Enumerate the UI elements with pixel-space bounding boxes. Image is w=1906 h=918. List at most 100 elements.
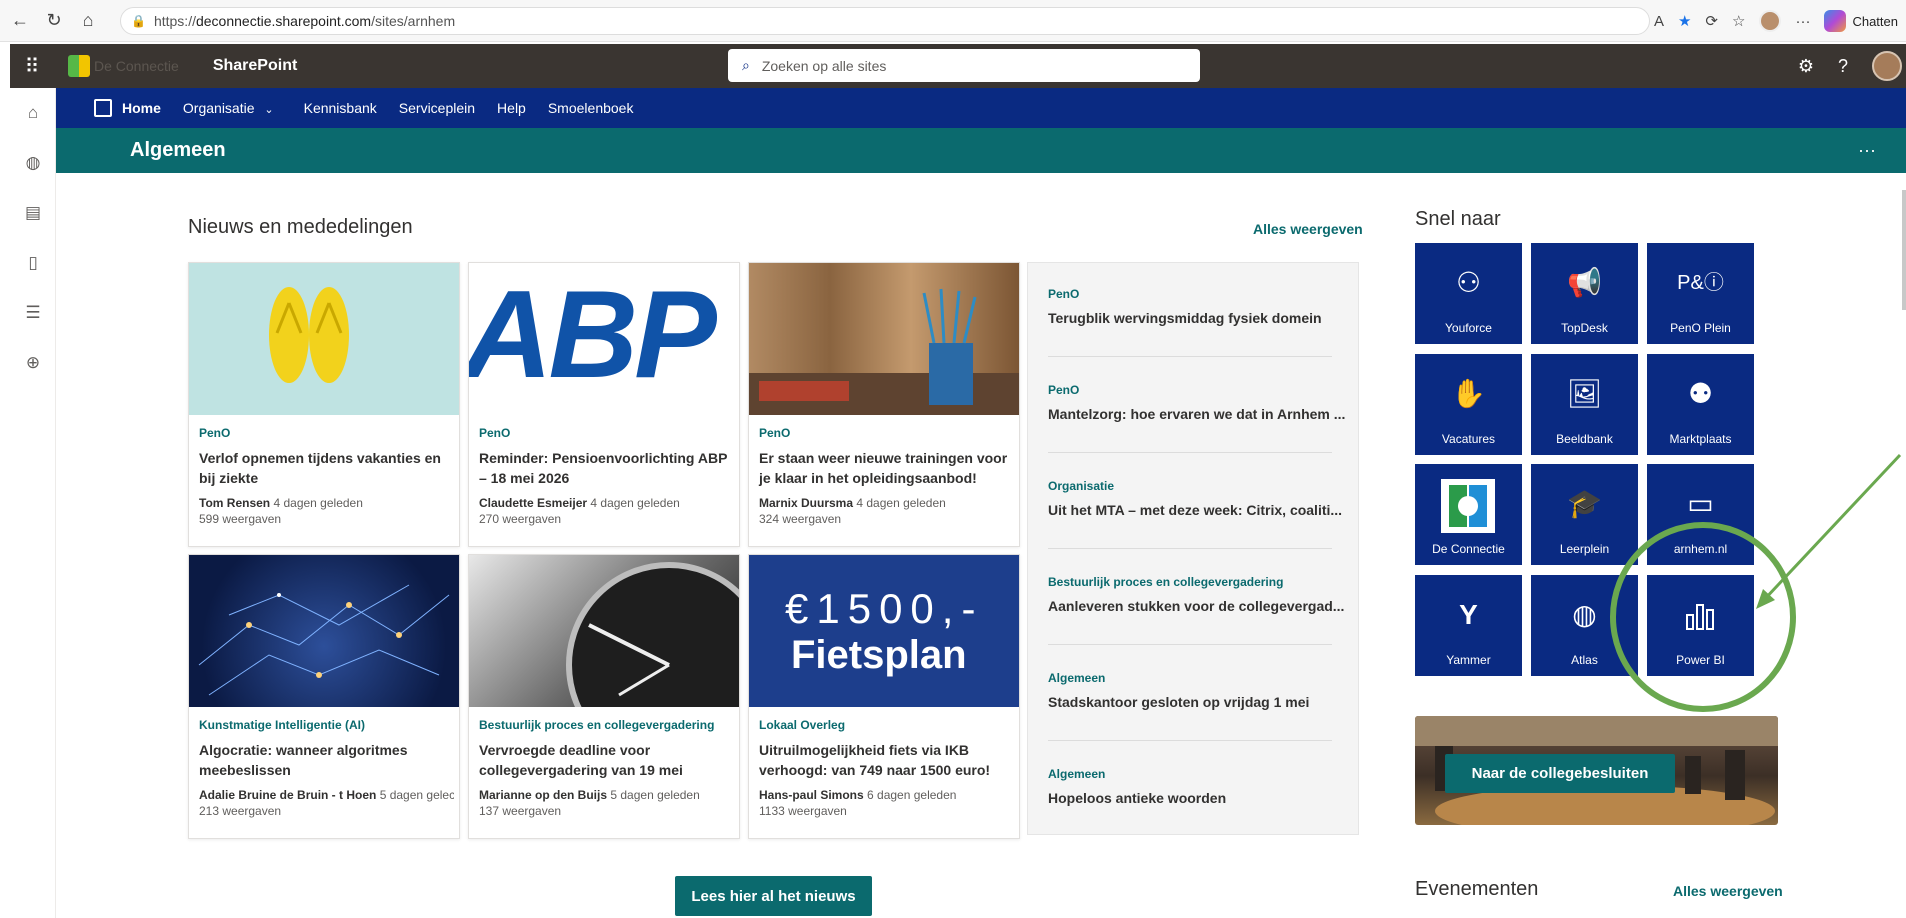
help-icon[interactable]: ? xyxy=(1838,56,1848,77)
news-card[interactable]: PenO Er staan weer nieuwe trainingen voo… xyxy=(748,262,1020,547)
news-list-title[interactable]: Aanleveren stukken voor de collegevergad… xyxy=(1048,598,1346,614)
quicklink-peno-plein[interactable]: P&ⓘ PenO Plein xyxy=(1647,243,1754,344)
nav-smoelenboek[interactable]: Smoelenboek xyxy=(548,100,634,116)
events-heading: Evenementen xyxy=(1415,878,1539,900)
extensions-icon[interactable]: ⟳ xyxy=(1705,12,1718,30)
suite-actions: ⚙ ? xyxy=(1798,44,1906,88)
quicklink-marktplaats[interactable]: ⚉ Marktplaats xyxy=(1647,354,1754,455)
nav-help[interactable]: Help xyxy=(497,100,526,116)
news-title[interactable]: Verlof opnemen tijdens vakanties en bij … xyxy=(199,448,451,488)
hand-wave-icon: ✋ xyxy=(1451,378,1486,409)
more-options-icon[interactable]: ··· xyxy=(1858,140,1876,161)
collegebesluiten-button[interactable]: Naar de collegebesluiten xyxy=(1445,754,1675,793)
news-see-all-link[interactable]: Alles weergeven xyxy=(1253,221,1363,237)
site-title[interactable]: Algemeen xyxy=(130,139,226,162)
news-category[interactable]: PenO xyxy=(199,426,230,440)
news-list-category[interactable]: Algemeen xyxy=(1048,671,1346,685)
news-title[interactable]: Reminder: Pensioenvoorlichting ABP – 18 … xyxy=(479,448,731,488)
document-icon[interactable]: ▯ xyxy=(10,238,56,288)
news-author-line: Tom Rensen 4 dagen geleden xyxy=(199,496,454,510)
news-title[interactable]: Uitruilmogelijkheid fiets via IKB verhoo… xyxy=(759,740,1011,780)
read-all-news-button[interactable]: Lees hier al het nieuws xyxy=(675,876,872,916)
divider xyxy=(1048,452,1332,453)
events-see-all-link[interactable]: Alles weergeven xyxy=(1673,883,1783,899)
news-title[interactable]: Vervroegde deadline voor collegevergader… xyxy=(479,740,731,780)
quicklink-power-bi[interactable]: Power BI xyxy=(1647,575,1754,676)
news-list-item[interactable]: Algemeen Hopeloos antieke woorden xyxy=(1048,767,1346,806)
settings-gear-icon[interactable]: ⚙ xyxy=(1798,56,1814,77)
news-category[interactable]: Kunstmatige Intelligentie (AI) xyxy=(199,718,365,732)
nav-kennisbank[interactable]: Kennisbank xyxy=(304,100,377,116)
browser-profile-avatar[interactable] xyxy=(1759,10,1782,32)
news-list-title[interactable]: Mantelzorg: hoe ervaren we dat in Arnhem… xyxy=(1048,406,1346,422)
news-author: Claudette Esmeijer xyxy=(479,496,588,510)
create-plus-icon[interactable]: ⊕ xyxy=(10,338,56,388)
quicklink-topdesk[interactable]: 📢 TopDesk xyxy=(1531,243,1638,344)
news-list-title[interactable]: Uit het MTA – met deze week: Citrix, coa… xyxy=(1048,502,1346,518)
hub-logo[interactable] xyxy=(94,99,112,117)
news-card[interactable]: €1500,- Fietsplan Lokaal Overleg Uitruil… xyxy=(748,554,1020,839)
news-title[interactable]: Er staan weer nieuwe trainingen voor je … xyxy=(759,448,1011,488)
search-input[interactable]: ⌕ Zoeken op alle sites xyxy=(728,49,1200,82)
news-icon[interactable]: ▤ xyxy=(10,188,56,238)
quicklink-arnhem-nl[interactable]: ▭ arnhem.nl xyxy=(1647,464,1754,565)
nav-home[interactable]: Home xyxy=(122,100,161,116)
nav-organisatie[interactable]: Organisatie ⌄ xyxy=(183,100,274,116)
lists-icon[interactable]: ☰ xyxy=(10,288,56,338)
user-avatar[interactable] xyxy=(1872,51,1902,81)
news-list-category[interactable]: PenO xyxy=(1048,287,1346,301)
abp-logo-text: ABP xyxy=(469,266,717,404)
news-views: 270 weergaven xyxy=(479,512,562,526)
quicklink-de-connectie[interactable]: De Connectie xyxy=(1415,464,1522,565)
news-title[interactable]: Algocratie: wanneer algoritmes meebeslis… xyxy=(199,740,451,780)
news-list-category[interactable]: Organisatie xyxy=(1048,479,1346,493)
news-list-category[interactable]: Bestuurlijk proces en collegevergadering xyxy=(1048,575,1346,589)
news-list-title[interactable]: Stadskantoor gesloten op vrijdag 1 mei xyxy=(1048,694,1346,710)
news-card[interactable]: Kunstmatige Intelligentie (AI) Algocrati… xyxy=(188,554,460,839)
news-list-item[interactable]: Algemeen Stadskantoor gesloten op vrijda… xyxy=(1048,671,1346,710)
news-list-category[interactable]: PenO xyxy=(1048,383,1346,397)
news-category[interactable]: Bestuurlijk proces en collegevergadering xyxy=(479,718,714,732)
quicklink-atlas[interactable]: ◍ Atlas xyxy=(1531,575,1638,676)
quicklink-vacatures[interactable]: ✋ Vacatures xyxy=(1415,354,1522,455)
home-icon[interactable]: ⌂ xyxy=(74,7,102,35)
news-list-item[interactable]: PenO Terugblik wervingsmiddag fysiek dom… xyxy=(1048,287,1346,326)
news-list-item[interactable]: Bestuurlijk proces en collegevergadering… xyxy=(1048,575,1346,614)
read-aloud-icon[interactable]: A xyxy=(1654,13,1664,30)
home-icon[interactable]: ⌂ xyxy=(10,88,56,138)
news-list-title[interactable]: Hopeloos antieke woorden xyxy=(1048,790,1346,806)
quicklink-beeldbank[interactable]: 🖼 Beeldbank xyxy=(1531,354,1638,455)
news-category[interactable]: Lokaal Overleg xyxy=(759,718,845,732)
app-launcher-icon[interactable]: ⠿ xyxy=(10,44,54,88)
page-scrollbar[interactable] xyxy=(1902,190,1906,310)
quicklink-yammer[interactable]: Y Yammer xyxy=(1415,575,1522,676)
news-card[interactable]: Bestuurlijk proces en collegevergadering… xyxy=(468,554,740,839)
news-category[interactable]: PenO xyxy=(759,426,790,440)
refresh-icon[interactable]: ↻ xyxy=(40,7,68,35)
news-list-item[interactable]: Organisatie Uit het MTA – met deze week:… xyxy=(1048,479,1346,518)
favorites-icon[interactable]: ☆ xyxy=(1732,12,1745,30)
network-image xyxy=(198,584,450,696)
organization-logo[interactable] xyxy=(68,55,90,77)
news-list-category[interactable]: Algemeen xyxy=(1048,767,1346,781)
copilot-chat-button[interactable]: Chatten xyxy=(1824,10,1898,32)
news-list-title[interactable]: Terugblik wervingsmiddag fysiek domein xyxy=(1048,310,1346,326)
app-title[interactable]: SharePoint xyxy=(213,57,297,75)
globe-icon[interactable]: ◍ xyxy=(10,138,56,188)
back-icon[interactable]: ← xyxy=(6,7,34,35)
app-bar: ⌂ ◍ ▤ ▯ ☰ ⊕ xyxy=(10,88,56,918)
news-list-panel: PenO Terugblik wervingsmiddag fysiek dom… xyxy=(1027,262,1359,835)
news-card[interactable]: PenO Verlof opnemen tijdens vakanties en… xyxy=(188,262,460,547)
quicklink-leerplein[interactable]: 🎓 Leerplein xyxy=(1531,464,1638,565)
quicklink-youforce[interactable]: ⚇ Youforce xyxy=(1415,243,1522,344)
address-bar[interactable]: 🔒 https://deconnectie.sharepoint.com/sit… xyxy=(120,7,1650,35)
more-icon[interactable]: ··· xyxy=(1795,13,1810,30)
favorite-star-icon[interactable]: ★ xyxy=(1678,12,1691,30)
news-card[interactable]: ABP PenO Reminder: Pensioenvoorlichting … xyxy=(468,262,740,547)
news-category[interactable]: PenO xyxy=(479,426,510,440)
nav-serviceplein[interactable]: Serviceplein xyxy=(399,100,475,116)
collegebesluiten-banner: Naar de collegebesluiten xyxy=(1415,716,1778,825)
news-list-item[interactable]: PenO Mantelzorg: hoe ervaren we dat in A… xyxy=(1048,383,1346,422)
news-author-line: Claudette Esmeijer 4 dagen geleden xyxy=(479,496,734,510)
pencil-cup-image xyxy=(749,288,1019,415)
